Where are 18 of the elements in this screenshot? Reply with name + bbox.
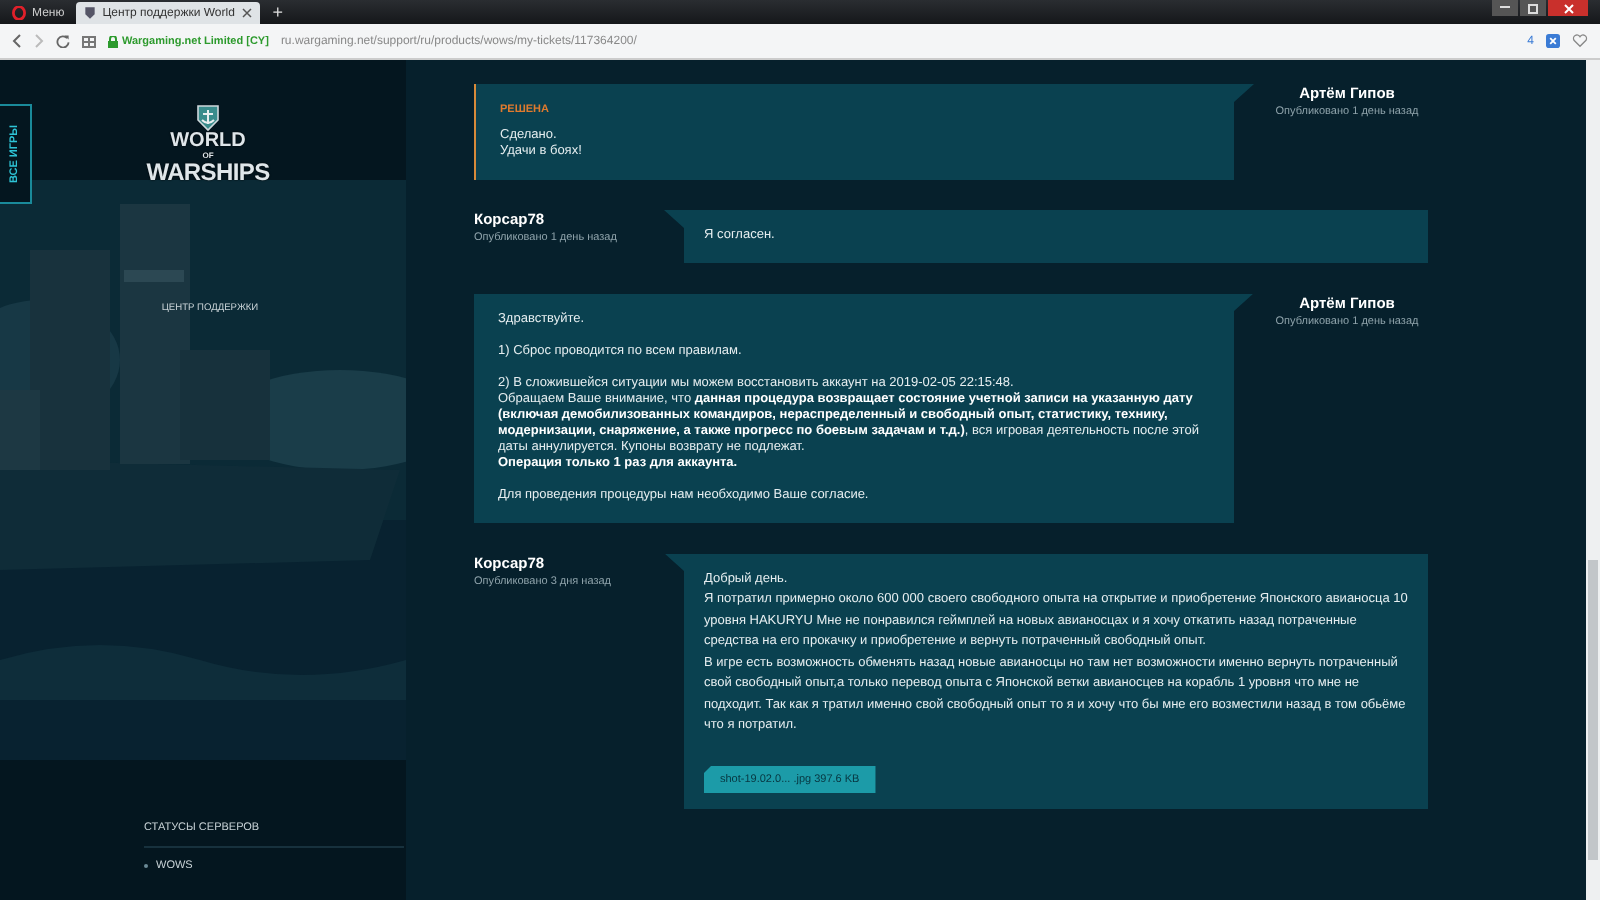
close-icon[interactable] xyxy=(242,8,253,18)
browser-logo-icon xyxy=(12,6,26,20)
new-tab-button[interactable]: + xyxy=(264,2,291,24)
close-button[interactable] xyxy=(1548,0,1588,16)
reload-icon[interactable] xyxy=(56,34,70,48)
close-icon xyxy=(1563,3,1573,13)
back-icon[interactable] xyxy=(12,34,22,48)
maximize-button[interactable] xyxy=(1520,0,1546,16)
minimize-button[interactable] xyxy=(1492,0,1518,16)
logo-text: WARSHIPS xyxy=(146,160,270,184)
grid-icon[interactable] xyxy=(82,35,96,47)
scrollbar[interactable] xyxy=(1586,60,1600,900)
logo-text: WORLD xyxy=(170,132,246,152)
maximize-icon xyxy=(1528,3,1538,13)
minimize-icon xyxy=(1500,6,1510,10)
heart-icon[interactable] xyxy=(1572,34,1588,48)
scroll-thumb[interactable] xyxy=(1588,560,1598,860)
anchor-shield-icon xyxy=(196,104,220,132)
